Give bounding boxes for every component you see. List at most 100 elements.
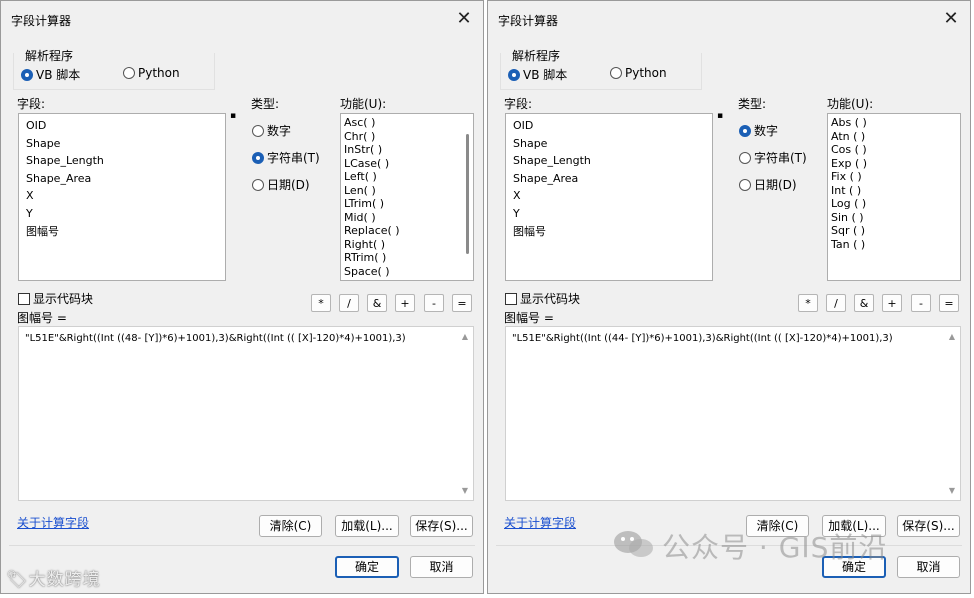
function-item[interactable]: RTrim( ) <box>341 251 473 265</box>
function-item[interactable]: Cos ( ) <box>828 143 960 157</box>
expression-text: "L51E"&Right((Int ((44- [Y])*6)+1001),3)… <box>512 333 893 344</box>
operator-divide-button[interactable]: / <box>339 294 359 312</box>
operator-minus-button[interactable]: - <box>911 294 931 312</box>
functions-list[interactable]: Abs ( ) Atn ( ) Cos ( ) Exp ( ) Fix ( ) Int (… <box>827 113 961 281</box>
expression-textarea[interactable]: "L51E"&Right((Int ((48- [Y])*6)+1001),3)… <box>18 326 474 501</box>
close-icon[interactable]: ✕ <box>455 10 473 28</box>
show-codeblock-label: 显示代码块 <box>33 292 94 306</box>
operator-multiply-button[interactable]: * <box>311 294 331 312</box>
function-item[interactable]: LTrim( ) <box>341 197 473 211</box>
show-codeblock-checkbox[interactable]: 显示代码块 <box>18 290 93 307</box>
function-item[interactable]: Replace( ) <box>341 224 473 238</box>
operator-minus-button[interactable]: - <box>424 294 444 312</box>
field-item[interactable]: OID <box>506 117 712 135</box>
operator-divide-button[interactable]: / <box>826 294 846 312</box>
function-item[interactable]: Abs ( ) <box>828 116 960 130</box>
type-option[interactable]: 日期(D) <box>739 176 797 193</box>
radio-icon <box>508 68 520 81</box>
function-item[interactable]: Space( ) <box>341 265 473 279</box>
watermark-left: 🏷︎大数跨境 <box>6 570 101 590</box>
radio-icon <box>252 178 264 191</box>
function-item[interactable]: Sin ( ) <box>828 211 960 225</box>
parser-option-python[interactable]: Python <box>123 66 180 80</box>
save-button[interactable]: 保存(S)... <box>410 515 473 537</box>
type-option[interactable]: 数字 <box>739 122 778 139</box>
field-item[interactable]: Shape_Length <box>19 152 225 170</box>
operator-equals-button[interactable]: = <box>452 294 472 312</box>
function-item[interactable]: Sqr ( ) <box>828 224 960 238</box>
expression-textarea[interactable]: "L51E"&Right((Int ((44- [Y])*6)+1001),3)… <box>505 326 961 501</box>
field-calculator-dialog-right: 字段计算器 ✕ 解析程序 VB 脚本 Python 字段: OID Shape Shape_Le… <box>487 0 971 594</box>
field-item[interactable]: X <box>19 187 225 205</box>
field-calculator-dialog-left: 字段计算器 ✕ 解析程序 VB 脚本 Python 字段: OID Shape Shape_Le… <box>0 0 484 594</box>
type-option[interactable]: 字符串(T) <box>739 149 807 166</box>
field-item[interactable]: 图幅号 <box>506 223 712 241</box>
save-button[interactable]: 保存(S)... <box>897 515 960 537</box>
function-item[interactable]: Mid( ) <box>341 211 473 225</box>
clear-button[interactable]: 清除(C) <box>259 515 322 537</box>
field-item[interactable]: OID <box>19 117 225 135</box>
close-icon[interactable]: ✕ <box>942 10 960 28</box>
function-item[interactable]: Asc( ) <box>341 116 473 130</box>
function-item[interactable]: Int ( ) <box>828 184 960 198</box>
divider <box>9 545 475 546</box>
checkbox-icon <box>18 292 30 305</box>
function-item[interactable]: Atn ( ) <box>828 130 960 144</box>
operator-equals-button[interactable]: = <box>939 294 959 312</box>
scroll-up-icon[interactable]: ▲ <box>462 332 468 341</box>
field-item[interactable]: X <box>506 187 712 205</box>
function-item[interactable]: Log ( ) <box>828 197 960 211</box>
show-codeblock-checkbox[interactable]: 显示代码块 <box>505 290 580 307</box>
field-item[interactable]: Y <box>19 205 225 223</box>
type-option-label: 字符串(T) <box>267 151 320 165</box>
functions-list[interactable]: Asc( ) Chr( ) InStr( ) LCase( ) Left( ) Len( … <box>340 113 474 281</box>
operator-plus-button[interactable]: + <box>882 294 902 312</box>
function-item[interactable]: Len( ) <box>341 184 473 198</box>
parser-option-vbscript[interactable]: VB 脚本 <box>508 66 567 83</box>
function-item[interactable]: Left( ) <box>341 170 473 184</box>
load-button[interactable]: 加载(L)... <box>335 515 399 537</box>
type-option-label: 数字 <box>267 124 292 138</box>
fields-list[interactable]: OID Shape Shape_Length Shape_Area X Y 图幅号 <box>505 113 713 281</box>
operator-ampersand-button[interactable]: & <box>854 294 874 312</box>
parser-option-label: VB 脚本 <box>36 68 81 82</box>
functions-label: 功能(U): <box>340 97 387 111</box>
function-item[interactable]: Exp ( ) <box>828 157 960 171</box>
type-option[interactable]: 日期(D) <box>252 176 310 193</box>
field-item[interactable]: Shape <box>19 135 225 153</box>
scroll-down-icon[interactable]: ▼ <box>949 486 955 495</box>
field-item[interactable]: Shape_Length <box>506 152 712 170</box>
field-item[interactable]: Shape_Area <box>19 170 225 188</box>
cancel-button[interactable]: 取消 <box>897 556 960 578</box>
field-item[interactable]: Y <box>506 205 712 223</box>
field-item[interactable]: 图幅号 <box>19 223 225 241</box>
field-item[interactable]: Shape_Area <box>506 170 712 188</box>
parser-option-label: VB 脚本 <box>523 68 568 82</box>
function-item[interactable]: Fix ( ) <box>828 170 960 184</box>
about-calculate-field-link[interactable]: 关于计算字段 <box>504 514 576 531</box>
cancel-button[interactable]: 取消 <box>410 556 473 578</box>
ok-button[interactable]: 确定 <box>335 556 399 578</box>
operator-multiply-button[interactable]: * <box>798 294 818 312</box>
field-item[interactable]: Shape <box>506 135 712 153</box>
function-item[interactable]: LCase( ) <box>341 157 473 171</box>
function-item[interactable]: Chr( ) <box>341 130 473 144</box>
type-option[interactable]: 字符串(T) <box>252 149 320 166</box>
parser-option-vbscript[interactable]: VB 脚本 <box>21 66 80 83</box>
parser-option-label: Python <box>625 66 667 80</box>
type-option-label: 数字 <box>754 124 779 138</box>
scroll-up-icon[interactable]: ▲ <box>949 332 955 341</box>
parser-option-python[interactable]: Python <box>610 66 667 80</box>
function-item[interactable]: Right( ) <box>341 238 473 252</box>
dropdown-marker-icon: ▪ <box>717 111 724 121</box>
operator-ampersand-button[interactable]: & <box>367 294 387 312</box>
operator-plus-button[interactable]: + <box>395 294 415 312</box>
functions-scrollbar[interactable] <box>466 134 469 254</box>
fields-list[interactable]: OID Shape Shape_Length Shape_Area X Y 图幅号 <box>18 113 226 281</box>
function-item[interactable]: Tan ( ) <box>828 238 960 252</box>
function-item[interactable]: InStr( ) <box>341 143 473 157</box>
type-option[interactable]: 数字 <box>252 122 291 139</box>
about-calculate-field-link[interactable]: 关于计算字段 <box>17 514 89 531</box>
scroll-down-icon[interactable]: ▼ <box>462 486 468 495</box>
type-label: 类型: <box>251 97 280 111</box>
